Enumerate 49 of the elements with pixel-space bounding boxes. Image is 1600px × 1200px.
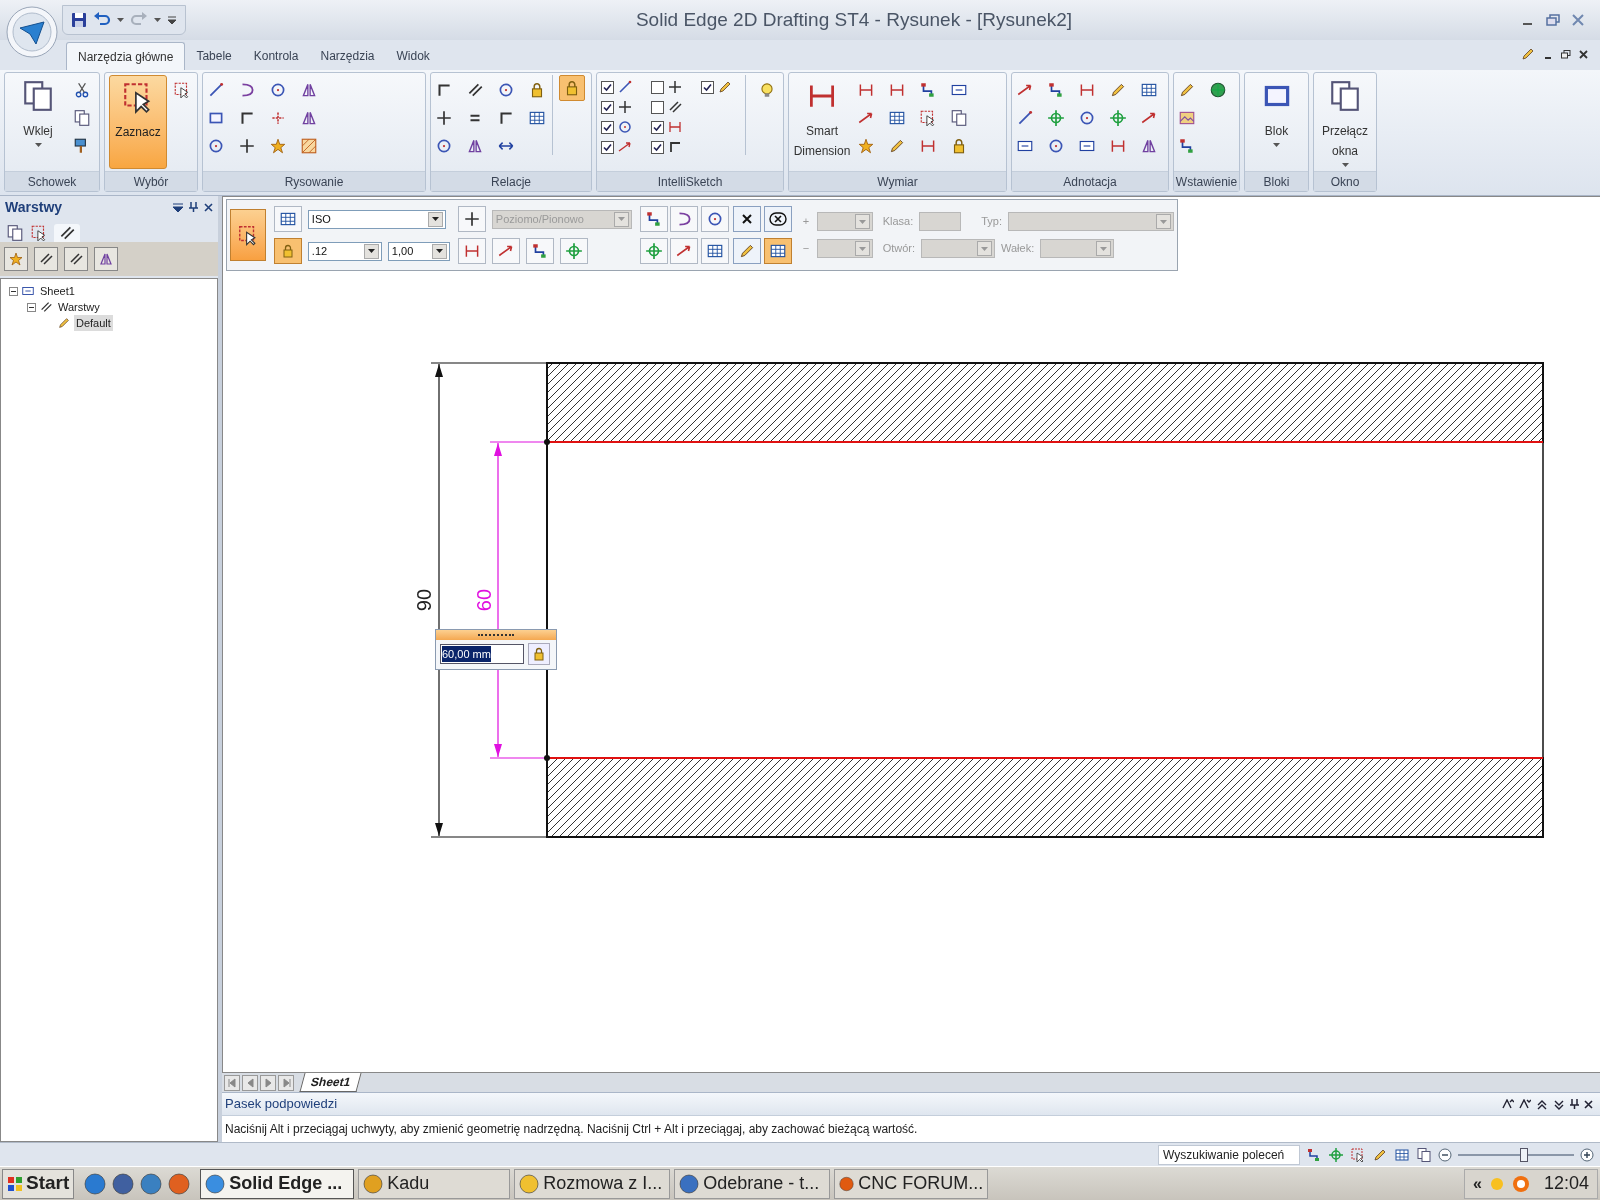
- sign-label: +: [802, 214, 811, 230]
- large-ribbon-button[interactable]: Blok: [1249, 75, 1304, 169]
- taskbar-button[interactable]: Solid Edge ...: [200, 1168, 355, 1199]
- panel-title: Warstwy: [5, 197, 63, 217]
- group-label: Rysowanie: [284, 173, 344, 191]
- group-label: Wstawienie: [1175, 173, 1238, 191]
- ribbon-tab[interactable]: Widok: [385, 42, 441, 70]
- group-label: Schowek: [27, 173, 77, 191]
- window-title: Solid Edge 2D Drafting ST4 - Rysunek - [Rysunek2]: [635, 8, 1073, 30]
- tree-item[interactable]: Sheet1: [38, 282, 77, 300]
- dimension-value: 60: [473, 588, 495, 612]
- taskbar-button[interactable]: Odebrane - t...: [674, 1168, 831, 1199]
- style-dropdown[interactable]: ISO: [307, 209, 446, 229]
- ribbon-tab[interactable]: Narzędzia: [309, 42, 386, 70]
- sheet-tab[interactable]: Sheet1: [299, 1073, 362, 1092]
- start-button[interactable]: Start: [2, 1168, 75, 1199]
- large-ribbon-button[interactable]: Przełącz okna: [1318, 75, 1372, 169]
- ribbon-tab[interactable]: Kontrola: [242, 42, 310, 70]
- panel-title: Pasek podpowiedzi: [225, 1095, 338, 1114]
- tree-item[interactable]: Default: [74, 314, 113, 332]
- group-label: IntelliSketch: [657, 173, 723, 191]
- group-label: Wybór: [133, 173, 169, 191]
- scale-dropdown[interactable]: 1,00: [387, 241, 450, 261]
- tree-item[interactable]: Warstwy: [56, 298, 102, 316]
- hint-text: Naciśnij Alt i przeciągaj uchwyty, aby zmienić geometrię nadrzędną. Naciśnij Ctrl + Alt i przeciągaj, aby zachować bieżącą wartość.: [225, 1122, 918, 1136]
- group-label: Wymiar: [877, 173, 918, 191]
- group-label: Relacje: [491, 173, 531, 191]
- field-label: Otwór:: [882, 241, 916, 257]
- command-search-field[interactable]: Wyszukiwanie poleceń: [1158, 1144, 1300, 1165]
- group-label: Bloki: [1263, 173, 1290, 191]
- taskbar-button[interactable]: CNC FORUM...: [834, 1168, 989, 1199]
- field-label: Klasa:: [882, 214, 914, 230]
- large-ribbon-button[interactable]: Smart Dimension: [793, 75, 851, 169]
- taskbar-button[interactable]: Rozmowa z I...: [514, 1168, 671, 1199]
- field-label: Wałek:: [1001, 241, 1035, 257]
- dimension-value: 90: [413, 588, 435, 612]
- group-label: Adnotacja: [1063, 173, 1117, 191]
- taskbar-button[interactable]: Kadu: [358, 1168, 511, 1199]
- group-label: Okno: [1330, 173, 1360, 191]
- show-hidden-icons-button[interactable]: «: [1473, 1171, 1482, 1196]
- clock: 12:04: [1542, 1172, 1589, 1195]
- precision-dropdown[interactable]: .12: [307, 241, 382, 261]
- field-label: Typ:: [981, 214, 1002, 230]
- large-ribbon-button[interactable]: Wklej: [9, 75, 67, 169]
- large-ribbon-button[interactable]: Zaznacz: [109, 75, 167, 169]
- sign-label: −: [802, 241, 811, 257]
- ribbon-tab[interactable]: Tabele: [185, 42, 243, 70]
- ribbon-tab[interactable]: Narzędzia główne: [66, 42, 186, 70]
- dimension-input[interactable]: 60,00 mm: [440, 644, 524, 664]
